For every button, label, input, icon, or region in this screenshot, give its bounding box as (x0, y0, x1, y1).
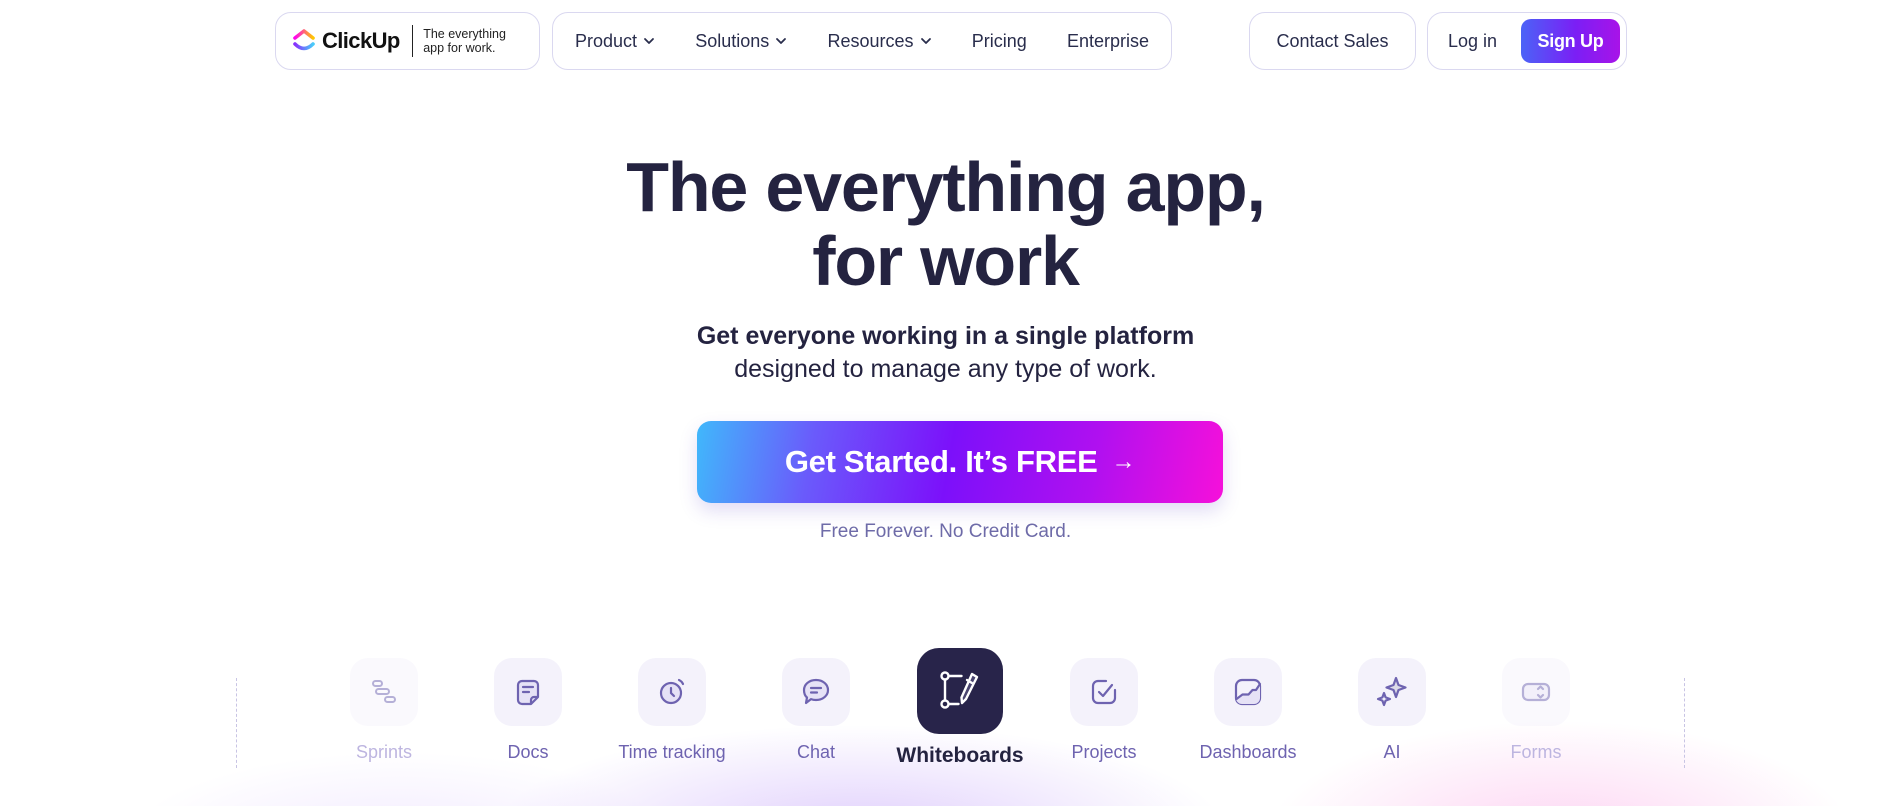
time-tracking-icon (659, 678, 685, 705)
feature-tile (638, 658, 706, 726)
nav-enterprise-label: Enterprise (1066, 30, 1149, 51)
nav-resources[interactable]: Resources (827, 31, 931, 52)
whiteboards-icon (940, 671, 979, 709)
signup-button[interactable]: Sign Up (1521, 19, 1620, 63)
feature-ai[interactable]: AI (1327, 658, 1457, 763)
feature-tile (917, 648, 1003, 734)
brand-divider (411, 25, 414, 57)
feature-carousel: Sprints Docs Time tracking Chat Whiteboa… (234, 648, 1686, 806)
feature-label: AI (1383, 742, 1401, 762)
feature-label: Whiteboards (896, 744, 1024, 767)
feature-tile (782, 658, 850, 726)
feature-tile (494, 658, 562, 726)
nav-pricing[interactable]: Pricing (972, 31, 1027, 52)
feature-label: Sprints (355, 742, 413, 762)
get-started-button[interactable]: Get Started. It’s FREE → (697, 421, 1223, 503)
feature-label: Chat (796, 742, 836, 762)
hero-title-line1: The everything app, (626, 148, 1266, 226)
arrow-right-icon: → (1111, 448, 1136, 475)
brand-tagline-line1: The everything (423, 27, 506, 41)
sprints-icon (372, 680, 396, 703)
feature-sprints[interactable]: Sprints (319, 658, 449, 763)
docs-icon (516, 679, 540, 706)
feature-label: Time tracking (618, 742, 726, 762)
auth-group: Log in Sign Up (1427, 12, 1627, 70)
chevron-down-icon (644, 38, 654, 44)
nav-solutions-label: Solutions (695, 30, 770, 51)
nav-product-label: Product (575, 30, 638, 51)
brand-tagline: The everything app for work. (423, 27, 506, 55)
nav-resources-label: Resources (827, 30, 914, 51)
feature-tile (1070, 658, 1138, 726)
feature-forms[interactable]: Forms (1471, 658, 1601, 763)
nav-enterprise[interactable]: Enterprise (1067, 31, 1149, 52)
feature-tile (1214, 658, 1282, 726)
feature-tile (1502, 658, 1570, 726)
brand-tagline-line2: app for work. (423, 41, 496, 55)
cta-note: Free Forever. No Credit Card. (819, 521, 1072, 542)
hero-subtitle-bold: Get everyone working in a single platfor… (696, 322, 1195, 350)
ai-icon (1376, 676, 1407, 707)
main-nav: Product Solutions Resources Pricing Ente… (552, 12, 1172, 70)
get-started-label: Get Started. It’s FREE (784, 444, 1098, 479)
nav-pricing-label: Pricing (971, 30, 1027, 51)
feature-label: Docs (507, 742, 549, 762)
feature-chat[interactable]: Chat (751, 658, 881, 763)
hero-subtitle-regular: designed to manage any type of work. (734, 355, 1157, 383)
contact-sales-button[interactable]: Contact Sales (1249, 12, 1416, 70)
feature-label: Dashboards (1199, 742, 1297, 762)
feature-projects[interactable]: Projects (1039, 658, 1169, 763)
feature-tile (1358, 658, 1426, 726)
feature-tile (350, 658, 418, 726)
hero-title: The everything app, for work (0, 150, 1891, 298)
nav-solutions[interactable]: Solutions (695, 31, 787, 52)
feature-label: Forms (1510, 742, 1562, 762)
chevron-down-icon (920, 38, 931, 44)
brand-logo-link[interactable]: ClickUp The everything app for work. (275, 12, 540, 70)
carousel-left-edge (236, 678, 237, 768)
forms-icon (1521, 682, 1551, 702)
nav-product[interactable]: Product (575, 31, 655, 52)
feature-label: Projects (1071, 742, 1137, 762)
chat-icon (802, 678, 830, 705)
feature-whiteboards[interactable]: Whiteboards (895, 648, 1025, 768)
hero-title-line2: for work (812, 222, 1080, 300)
chevron-down-icon (776, 38, 787, 44)
brand-name: ClickUp (322, 28, 400, 53)
feature-docs[interactable]: Docs (463, 658, 593, 763)
site-header: ClickUp The everything app for work. Pro… (275, 12, 1627, 70)
login-link[interactable]: Log in (1448, 31, 1497, 52)
clickup-logo-icon (293, 29, 315, 51)
hero-subtitle: Get everyone working in a single platfor… (0, 320, 1891, 386)
feature-dashboards[interactable]: Dashboards (1183, 658, 1313, 763)
projects-icon (1091, 679, 1117, 705)
dashboards-icon (1234, 678, 1262, 706)
carousel-right-edge (1684, 678, 1685, 768)
feature-time-tracking[interactable]: Time tracking (607, 658, 737, 763)
